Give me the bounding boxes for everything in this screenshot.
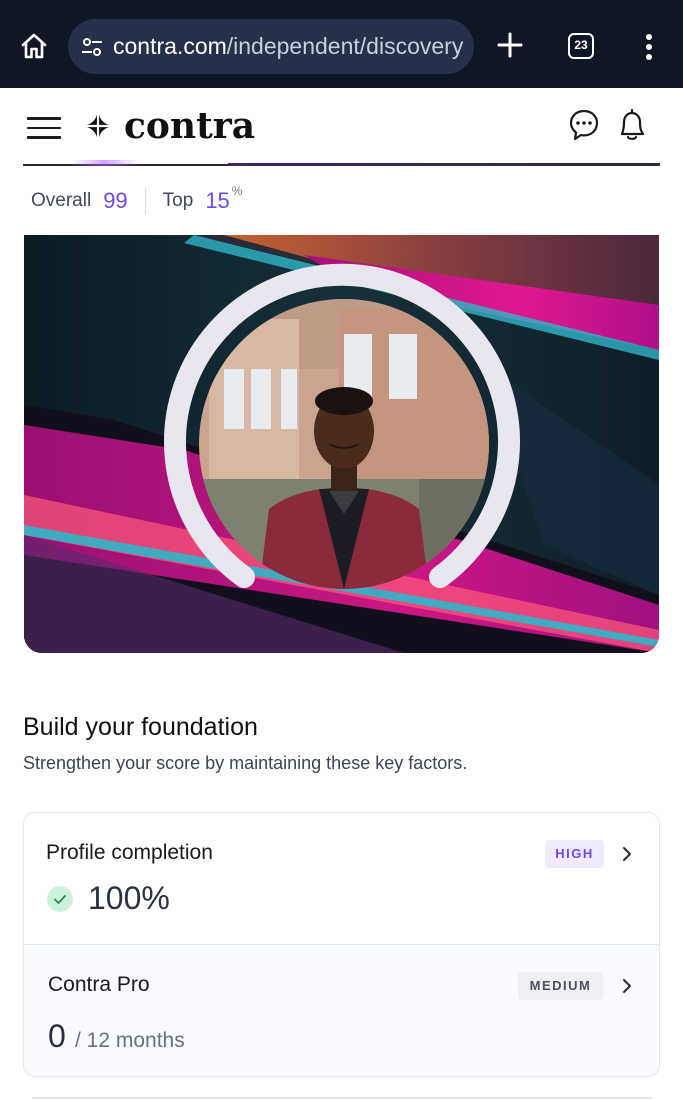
browser-toolbar: contra.com/independent/discovery 23: [0, 0, 683, 88]
overall-label: Overall: [31, 190, 92, 211]
divider-accent: [70, 160, 140, 166]
score-summary: Overall 99 Top 15 %: [31, 184, 243, 216]
contra-logo[interactable]: contra: [80, 104, 255, 148]
site-settings-icon[interactable]: [80, 35, 104, 59]
logo-text: contra: [124, 105, 256, 147]
profile-banner: [24, 235, 659, 653]
next-card-edge: [32, 1097, 652, 1099]
factor-title: Profile completion: [46, 841, 213, 864]
divider-accent-line: [228, 163, 660, 166]
top-label: Top: [162, 190, 194, 211]
factor-value-suffix: / 12 months: [75, 1029, 185, 1052]
messages-icon[interactable]: [568, 108, 600, 142]
priority-badge: MEDIUM: [518, 972, 603, 1000]
score-separator: [144, 188, 146, 214]
more-icon[interactable]: [640, 33, 658, 61]
factors-card: Profile completion HIGH 100% Contra Pro …: [23, 812, 660, 1077]
priority-badge: HIGH: [545, 840, 604, 868]
section-subtitle: Strengthen your score by maintaining the…: [23, 753, 468, 773]
url-path: /independent/discovery: [226, 33, 464, 59]
url-host: contra.com: [113, 33, 227, 59]
factor-value: 100%: [88, 880, 170, 916]
notifications-icon[interactable]: [613, 107, 651, 143]
url-text: contra.com/independent/discovery: [113, 33, 463, 60]
top-value: 15: [205, 188, 230, 213]
avatar[interactable]: [199, 299, 489, 589]
chevron-right-icon[interactable]: [620, 845, 634, 863]
new-tab-icon[interactable]: [495, 30, 525, 60]
factor-title: Contra Pro: [48, 973, 150, 996]
overall-value: 99: [103, 188, 128, 213]
factor-contra-pro[interactable]: Contra Pro MEDIUM 0 / 12 months: [24, 944, 659, 1076]
check-icon: [47, 886, 73, 912]
tabs-icon[interactable]: 23: [568, 33, 594, 59]
logo-mark-icon: [81, 109, 115, 143]
factor-profile-completion[interactable]: Profile completion HIGH 100%: [24, 813, 659, 944]
section-title: Build your foundation: [23, 713, 258, 741]
address-bar[interactable]: contra.com/independent/discovery: [68, 19, 474, 74]
chevron-right-icon[interactable]: [620, 977, 634, 995]
factor-value: 0: [48, 1018, 66, 1054]
app-header: contra: [0, 88, 683, 166]
avatar-photo: [199, 299, 489, 589]
menu-icon[interactable]: [27, 117, 61, 139]
top-unit: %: [231, 184, 243, 198]
home-icon[interactable]: [18, 30, 50, 62]
